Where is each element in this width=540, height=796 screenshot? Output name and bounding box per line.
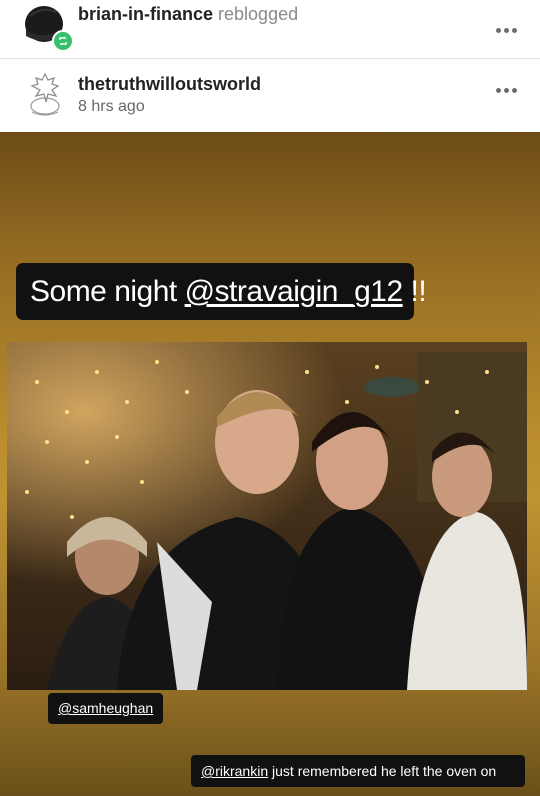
party-photo bbox=[7, 342, 527, 690]
more-dots-icon[interactable] bbox=[496, 80, 522, 93]
caption-mention[interactable]: @stravaigin_g12 bbox=[185, 275, 404, 308]
reblog-header: brian-in-finance reblogged bbox=[0, 0, 540, 59]
tag1-mention[interactable]: @samheughan bbox=[58, 700, 153, 716]
reblog-line: brian-in-finance reblogged bbox=[78, 4, 298, 25]
crest-avatar[interactable] bbox=[24, 72, 66, 118]
caption-prefix: Some night bbox=[30, 275, 185, 308]
reblog-icon bbox=[59, 36, 67, 46]
story-caption: Some night @stravaigin_g12 !! bbox=[16, 263, 427, 320]
caption-suffix: !! bbox=[402, 275, 427, 308]
post-timestamp: 8 hrs ago bbox=[78, 98, 145, 115]
mention-tag-samheughan[interactable]: @samheughan bbox=[48, 693, 164, 724]
mention-tag-rikrankin[interactable]: @rikrankin just remembered he left the o… bbox=[191, 755, 525, 787]
more-dots-icon[interactable] bbox=[496, 20, 522, 33]
reblogger-username[interactable]: brian-in-finance bbox=[78, 4, 213, 24]
reblog-action: reblogged bbox=[218, 4, 299, 24]
reblog-badge bbox=[52, 30, 74, 52]
tag2-text: just remembered he left the oven on bbox=[268, 763, 497, 779]
poster-username[interactable]: thetruthwilloutsworld bbox=[78, 74, 261, 95]
tag2-mention[interactable]: @rikrankin bbox=[201, 763, 268, 779]
